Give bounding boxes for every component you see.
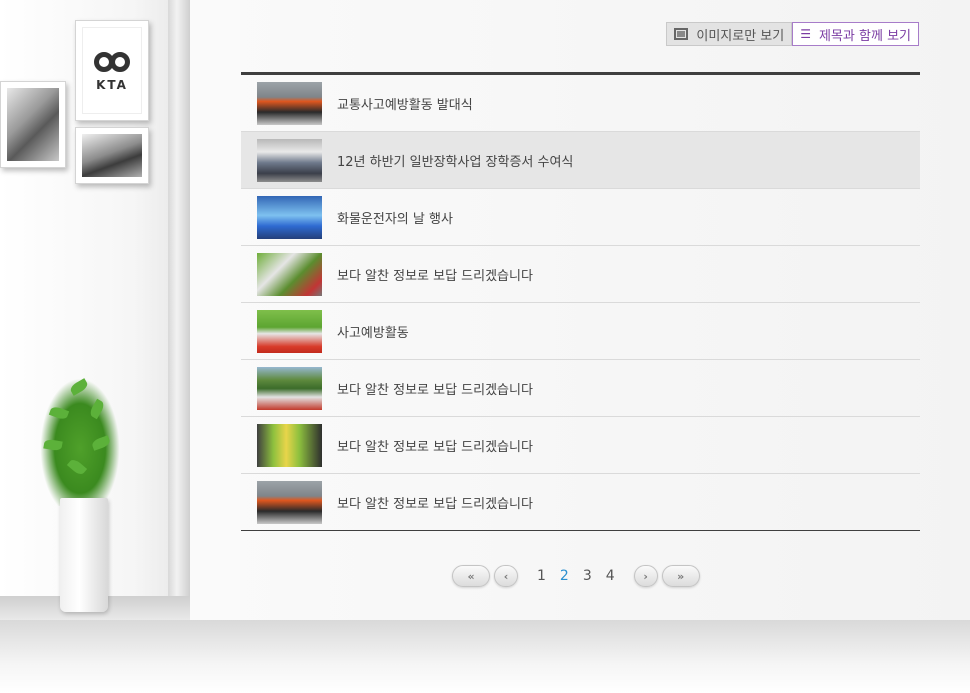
item-thumbnail[interactable] <box>257 195 322 239</box>
image-only-view-button[interactable]: 이미지로만 보기 <box>666 22 793 46</box>
item-thumbnail[interactable] <box>257 81 322 125</box>
potted-plant <box>40 378 120 618</box>
building-photo-frame <box>0 81 66 168</box>
chevron-right-icon: › <box>643 569 648 583</box>
logo-frame: KTA <box>75 20 149 121</box>
gallery-list: 교통사고예방활동 발대식 12년 하반기 일반장학사업 장학증서 수여식 화물운… <box>241 72 920 531</box>
item-title[interactable]: 보다 알찬 정보로 보답 드리겠습니다 <box>337 265 533 284</box>
kta-logo-icon <box>94 52 130 74</box>
item-thumbnail[interactable] <box>257 252 322 296</box>
title-view-label: 제목과 함께 보기 <box>819 28 911 44</box>
page-number[interactable]: 3 <box>583 568 592 584</box>
title-view-button[interactable]: ☰ 제목과 함께 보기 <box>792 22 919 46</box>
double-chevron-right-icon: » <box>677 569 685 583</box>
item-thumbnail[interactable] <box>257 309 322 353</box>
plant-leaves <box>40 378 120 506</box>
chevron-left-icon: ‹ <box>503 569 509 583</box>
main-content: 이미지로만 보기 ☰ 제목과 함께 보기 교통사고예방활동 발대식 12년 하반… <box>190 0 970 620</box>
list-item[interactable]: 보다 알찬 정보로 보답 드리겠습니다 <box>241 360 920 417</box>
page-number-current[interactable]: 2 <box>560 568 569 584</box>
image-only-view-label: 이미지로만 보기 <box>696 28 785 44</box>
item-thumbnail[interactable] <box>257 138 322 182</box>
list-item[interactable]: 보다 알찬 정보로 보답 드리겠습니다 <box>241 474 920 530</box>
list-item[interactable]: 12년 하반기 일반장학사업 장학증서 수여식 <box>241 132 920 189</box>
double-chevron-left-icon: « <box>467 569 475 583</box>
item-thumbnail[interactable] <box>257 423 322 467</box>
item-title[interactable]: 화물운전자의 날 행사 <box>337 208 453 227</box>
first-page-button[interactable]: « <box>452 565 490 587</box>
prev-page-button[interactable]: ‹ <box>494 565 518 587</box>
item-title[interactable]: 사고예방활동 <box>337 322 409 341</box>
truck-photo-frame <box>75 127 149 184</box>
logo-text: KTA <box>96 78 128 92</box>
list-icon: ☰ <box>800 27 811 41</box>
image-view-icon <box>674 28 689 40</box>
floor-shadow <box>0 620 970 693</box>
item-title[interactable]: 교통사고예방활동 발대식 <box>337 94 473 113</box>
building-photo <box>7 88 59 161</box>
list-item[interactable]: 교통사고예방활동 발대식 <box>241 75 920 132</box>
page-number[interactable]: 4 <box>606 568 615 584</box>
item-thumbnail[interactable] <box>257 366 322 410</box>
item-title[interactable]: 보다 알찬 정보로 보답 드리겠습니다 <box>337 436 533 455</box>
truck-photo <box>82 134 142 177</box>
list-item[interactable]: 보다 알찬 정보로 보답 드리겠습니다 <box>241 417 920 474</box>
view-toggle: 이미지로만 보기 ☰ 제목과 함께 보기 <box>666 22 919 46</box>
plant-pot <box>60 498 108 612</box>
last-page-button[interactable]: » <box>661 565 700 587</box>
next-page-button[interactable]: › <box>633 565 658 587</box>
item-thumbnail[interactable] <box>257 480 322 524</box>
list-item[interactable]: 화물운전자의 날 행사 <box>241 189 920 246</box>
item-title[interactable]: 12년 하반기 일반장학사업 장학증서 수여식 <box>337 151 573 170</box>
list-item[interactable]: 사고예방활동 <box>241 303 920 360</box>
logo-frame-inner: KTA <box>82 27 142 114</box>
item-title[interactable]: 보다 알찬 정보로 보답 드리겠습니다 <box>337 379 533 398</box>
list-item[interactable]: 보다 알찬 정보로 보답 드리겠습니다 <box>241 246 920 303</box>
wall-edge <box>168 0 190 620</box>
item-title[interactable]: 보다 알찬 정보로 보답 드리겠습니다 <box>337 493 533 512</box>
page-number[interactable]: 1 <box>537 568 546 584</box>
pagination: « ‹ 1 2 3 4 › » <box>452 565 700 587</box>
